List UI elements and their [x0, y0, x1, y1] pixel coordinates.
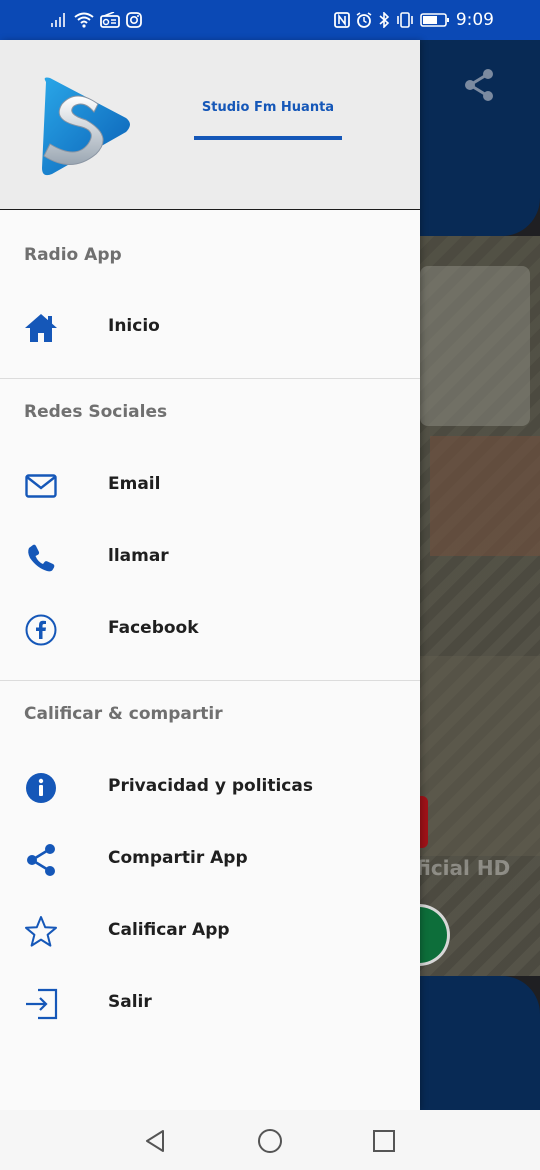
background-app: ficial HD [420, 40, 540, 1110]
menu-item-privacidad[interactable]: Privacidad y politicas [0, 756, 420, 820]
station-underline [194, 136, 342, 140]
background-ghost-text: ficial HD [420, 856, 511, 880]
whatsapp-icon [420, 904, 450, 966]
menu-label-privacidad: Privacidad y politicas [108, 776, 313, 796]
menu-item-inicio[interactable]: Inicio [0, 296, 420, 360]
menu-label-llamar: llamar [108, 546, 169, 566]
divider [0, 378, 420, 379]
phone-icon [24, 541, 58, 575]
radio-icon [100, 12, 120, 28]
recents-icon [373, 1130, 395, 1152]
info-icon [24, 771, 58, 805]
email-icon [24, 469, 58, 503]
status-time: 9:09 [455, 10, 494, 30]
star-icon [24, 915, 58, 949]
navigation-drawer: Studio Fm Huanta Radio App Inicio Redes … [0, 40, 420, 1110]
system-navigation-bar [0, 1110, 540, 1170]
menu-item-salir[interactable]: Salir [0, 972, 420, 1036]
divider [0, 680, 420, 681]
bluetooth-icon [379, 12, 389, 28]
menu-label-compartir-app: Compartir App [108, 848, 248, 868]
section-title-radio-app: Radio App [24, 245, 122, 265]
section-title-calificar-compartir: Calificar & compartir [24, 704, 223, 724]
back-icon [146, 1130, 164, 1152]
background-red-badge [420, 796, 428, 848]
background-share-icon [465, 69, 493, 101]
menu-item-email[interactable]: Email [0, 454, 420, 518]
section-title-redes-sociales: Redes Sociales [24, 402, 168, 422]
station-name: Studio Fm Huanta [201, 100, 335, 115]
menu-item-calificar-app[interactable]: Calificar App [0, 900, 420, 964]
app-logo [42, 77, 130, 176]
alarm-icon [356, 12, 372, 28]
background-footer [420, 976, 540, 1110]
vibrate-icon [397, 12, 413, 28]
background-header [420, 40, 540, 236]
menu-item-compartir-app[interactable]: Compartir App [0, 828, 420, 892]
battery-icon [420, 13, 449, 27]
wifi-icon [74, 12, 94, 28]
instagram-icon [126, 12, 142, 28]
status-left-icons [50, 9, 142, 31]
nfc-icon [333, 12, 350, 28]
background-video-thumbnail: ficial HD [420, 236, 540, 976]
menu-label-facebook: Facebook [108, 618, 199, 638]
menu-label-inicio: Inicio [108, 316, 160, 336]
menu-label-calificar-app: Calificar App [108, 920, 230, 940]
home-circle-icon [258, 1129, 282, 1153]
home-icon [24, 311, 58, 345]
status-right-icons: 9:09 [333, 9, 494, 31]
signal-icon [51, 13, 65, 27]
facebook-icon [24, 613, 58, 647]
nav-home-button[interactable] [253, 1124, 287, 1158]
status-bar: 9:09 [0, 0, 540, 40]
nav-recents-button[interactable] [367, 1124, 401, 1158]
menu-label-email: Email [108, 474, 161, 494]
exit-icon [24, 987, 58, 1021]
menu-label-salir: Salir [108, 992, 152, 1012]
drawer-header: Studio Fm Huanta [0, 40, 420, 210]
menu-item-facebook[interactable]: Facebook [0, 598, 420, 662]
menu-item-llamar[interactable]: llamar [0, 526, 420, 590]
share-icon [24, 843, 58, 877]
nav-back-button[interactable] [138, 1124, 172, 1158]
